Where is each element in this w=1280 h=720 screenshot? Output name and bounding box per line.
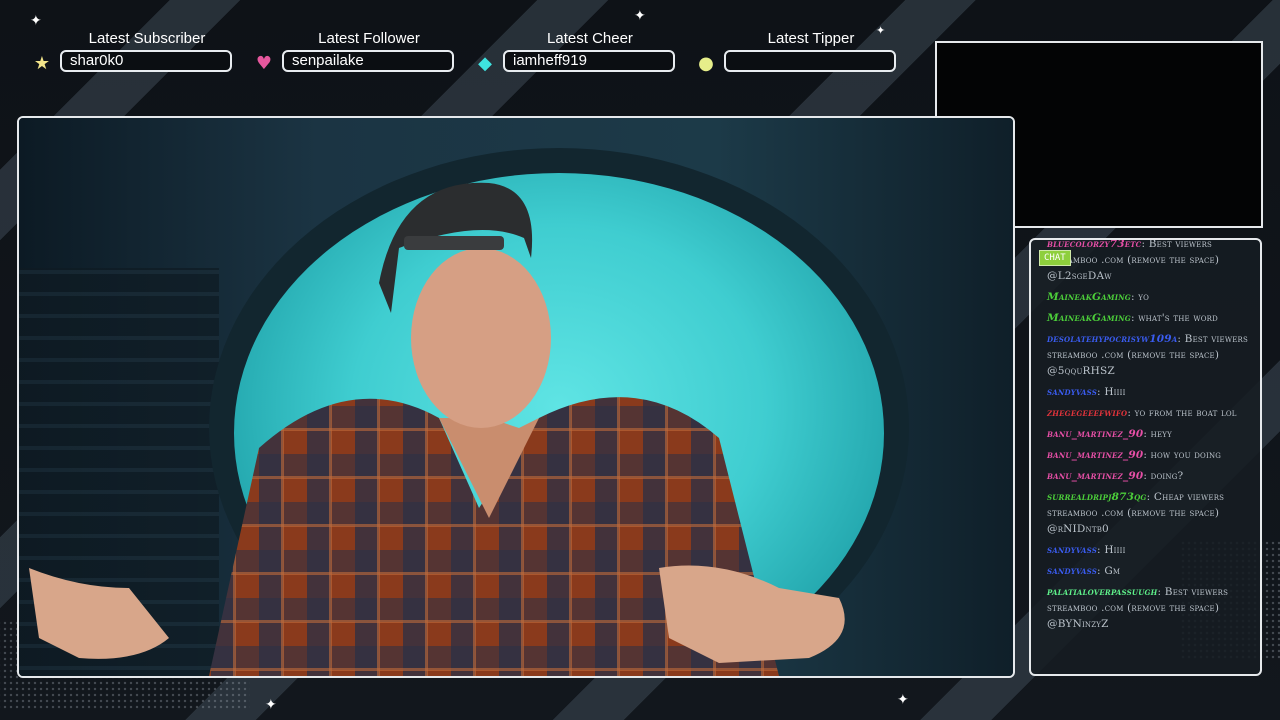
chat-separator: : <box>1157 586 1165 598</box>
chat-separator: : <box>1141 238 1149 250</box>
chat-separator: : <box>1143 449 1151 461</box>
chat-message-list: bluecolorzy73etc: Best viewers streamboo… <box>1047 238 1260 637</box>
chat-username[interactable]: sandyvass <box>1047 544 1097 556</box>
chat-username[interactable]: sandyvass <box>1047 565 1097 577</box>
chat-message: surrealdripj873qg: Cheap viewers streamb… <box>1047 489 1260 537</box>
widget-label: Latest Follower <box>318 30 420 47</box>
chat-username[interactable]: bluecolorzy73etc <box>1047 240 1141 250</box>
chat-message: desolatehypocrisyw109a: Best viewers str… <box>1047 331 1260 379</box>
chat-separator: : <box>1146 491 1154 503</box>
widget-value: shar0k0 <box>60 50 232 72</box>
chat-text: yo from the boat lol <box>1134 407 1237 419</box>
chat-text: yo <box>1138 291 1150 303</box>
widget-label: Latest Cheer <box>547 30 633 47</box>
chat-message: banu_martinez_90: doing? <box>1047 468 1260 484</box>
widget-label: Latest Subscriber <box>88 30 206 47</box>
widget-label: Latest Tipper <box>767 30 855 47</box>
chat-username[interactable]: sandyvass <box>1047 386 1097 398</box>
chat-panel: bluecolorzy73etc: Best viewers streamboo… <box>1029 238 1262 676</box>
chat-username[interactable]: MaineakGaming <box>1047 312 1131 324</box>
sparkle-icon: ✦ <box>897 692 909 708</box>
chat-message: sandyvass: Hiiii <box>1047 542 1260 558</box>
video-frame <box>17 116 1015 678</box>
streamer-person <box>29 182 845 676</box>
widget-value <box>724 50 896 72</box>
chat-text: Hiiii <box>1104 386 1126 398</box>
sparkle-icon: ✦ <box>634 8 646 24</box>
chat-text: Hiiii <box>1104 544 1126 556</box>
widget-value: iamheff919 <box>503 50 675 72</box>
diamond-icon: ◆ <box>478 53 492 74</box>
coin-icon: ● <box>698 53 714 74</box>
chat-username[interactable]: MaineakGaming <box>1047 291 1131 303</box>
chat-username[interactable]: desolatehypocrisyw109a <box>1047 333 1177 345</box>
chat-message: bluecolorzy73etc: Best viewers streamboo… <box>1047 238 1260 284</box>
chat-message: sandyvass: Gm <box>1047 563 1260 579</box>
chat-text: Gm <box>1104 565 1121 577</box>
chat-message: palatialoverpassuugh: Best viewers strea… <box>1047 584 1260 632</box>
chat-tab[interactable]: CHAT <box>1039 250 1071 266</box>
chat-username[interactable]: surrealdripj873qg <box>1047 491 1147 503</box>
chat-text: doing? <box>1150 470 1184 482</box>
chat-message: banu_martinez_90: how you doing <box>1047 447 1260 463</box>
chat-username[interactable]: banu_martinez_90 <box>1047 470 1143 482</box>
chat-separator: : <box>1127 407 1135 419</box>
chat-separator: : <box>1143 470 1151 482</box>
chat-username[interactable]: banu_martinez_90 <box>1047 428 1143 440</box>
chat-message: sandyvass: Hiiii <box>1047 384 1260 400</box>
sparkle-icon: ✦ <box>265 697 277 713</box>
chat-message: MaineakGaming: what's the word <box>1047 310 1260 326</box>
chat-username[interactable]: palatialoverpassuugh <box>1047 586 1158 598</box>
sparkle-icon: ✦ <box>30 13 42 29</box>
chat-separator: : <box>1177 333 1185 345</box>
widget-value: senpailake <box>282 50 454 72</box>
chat-text: how you doing <box>1150 449 1222 461</box>
chat-text: heyy <box>1150 428 1172 440</box>
chat-message: zhegegeeefwifo: yo from the boat lol <box>1047 405 1260 421</box>
chat-username[interactable]: zhegegeeefwifo <box>1047 407 1127 419</box>
heart-icon: ♥ <box>255 53 273 74</box>
star-icon: ★ <box>33 53 51 74</box>
chat-message: MaineakGaming: yo <box>1047 289 1260 305</box>
chat-username[interactable]: banu_martinez_90 <box>1047 449 1143 461</box>
chat-separator: : <box>1143 428 1151 440</box>
chat-message: banu_martinez_90: heyy <box>1047 426 1260 442</box>
chat-text: what's the word <box>1138 312 1218 324</box>
